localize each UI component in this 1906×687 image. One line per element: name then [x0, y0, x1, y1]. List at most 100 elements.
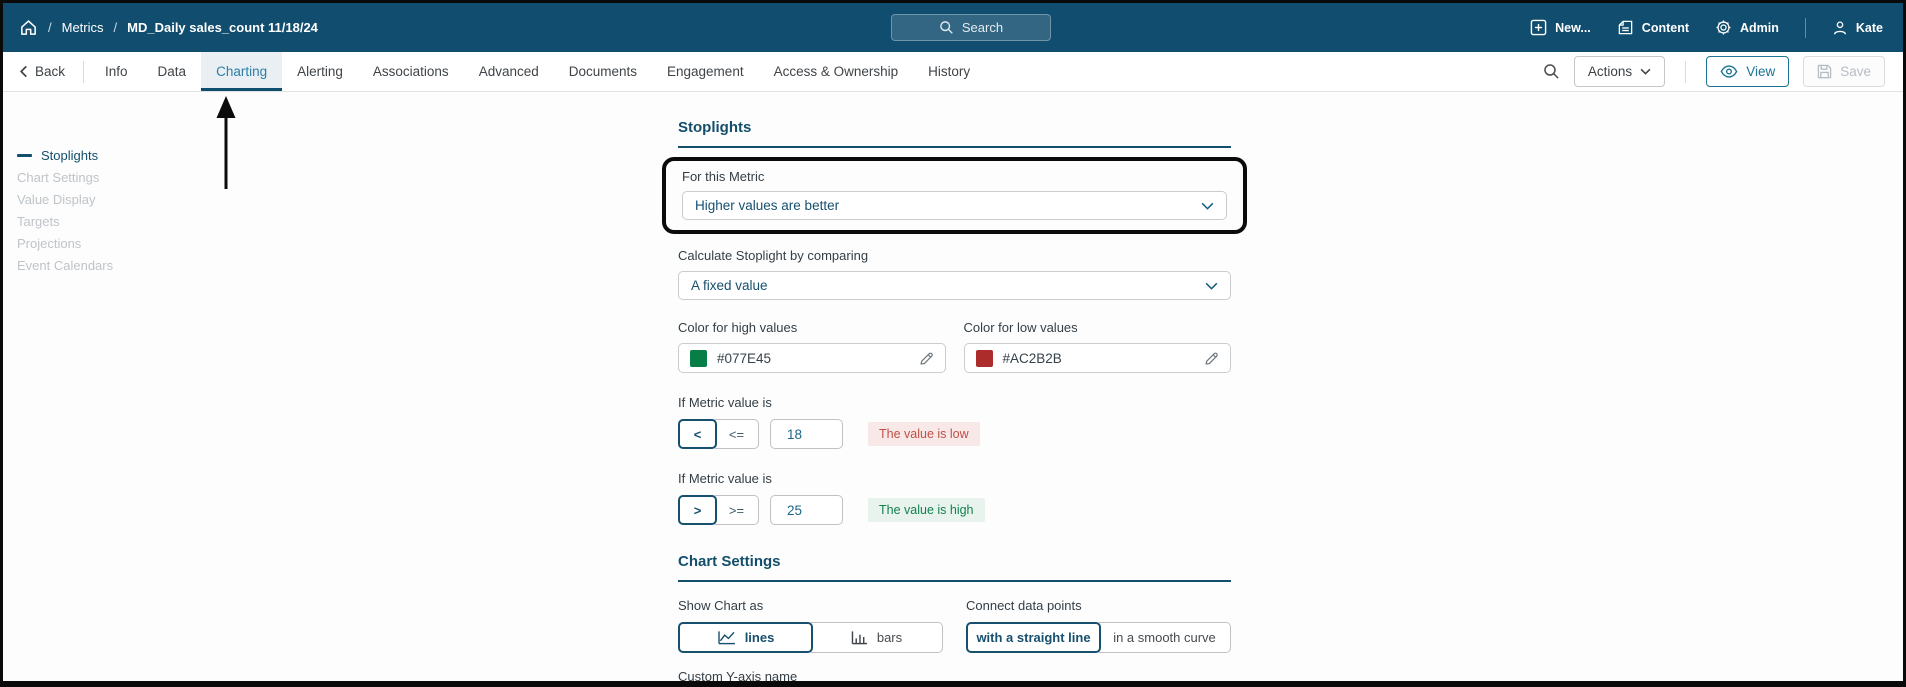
charting-sidebar: Stoplights Chart Settings Value Display … — [17, 144, 113, 276]
low-color-field[interactable]: #AC2B2B — [963, 343, 1231, 373]
tab-documents[interactable]: Documents — [554, 52, 652, 91]
tabbar-right-controls: Actions View Save — [1543, 52, 1885, 91]
breadcrumb-separator: / — [48, 20, 52, 35]
new-button[interactable]: New... — [1530, 19, 1591, 36]
for-this-metric-select[interactable]: Higher values are better — [682, 191, 1227, 220]
back-button-label: Back — [35, 64, 66, 79]
connect-data-points-label: Connect data points — [966, 598, 1082, 613]
user-menu[interactable]: Kate — [1832, 20, 1883, 36]
low-value-rule-group: If Metric value is < <= The value is low — [678, 395, 1231, 449]
gear-icon — [1715, 19, 1732, 36]
edit-pencil-icon[interactable] — [1204, 351, 1219, 366]
chart-settings-row: Show Chart as lines bars Connect data po… — [678, 598, 1231, 653]
new-button-label: New... — [1555, 20, 1591, 35]
high-color-group: Color for high values #077E45 — [678, 320, 946, 373]
metric-editor-page: / Metrics / MD_Daily sales_count 11/18/2… — [0, 0, 1906, 687]
sidebar-item-chart-settings[interactable]: Chart Settings — [17, 166, 113, 188]
tab-info[interactable]: Info — [90, 52, 143, 91]
stoplights-heading: Stoplights — [678, 119, 1231, 148]
show-chart-as-label: Show Chart as — [678, 598, 764, 613]
straight-line-button[interactable]: with a straight line — [966, 622, 1101, 653]
sidebar-item-event-calendars[interactable]: Event Calendars — [17, 254, 113, 276]
global-search-box[interactable]: Search — [891, 14, 1051, 41]
home-icon[interactable] — [19, 18, 38, 37]
tab-bar: Back Info Data Charting Alerting Associa… — [3, 52, 1903, 92]
sidebar-item-label: Stoplights — [41, 147, 99, 163]
sidebar-item-targets[interactable]: Targets — [17, 210, 113, 232]
smooth-curve-button[interactable]: in a smooth curve — [1099, 622, 1231, 653]
high-color-swatch — [690, 349, 707, 367]
chevron-down-icon — [1201, 202, 1214, 210]
low-color-hex: #AC2B2B — [1002, 350, 1062, 366]
actions-button-label: Actions — [1587, 64, 1633, 79]
actions-button[interactable]: Actions — [1573, 56, 1666, 87]
breadcrumb: / Metrics / MD_Daily sales_count 11/18/2… — [19, 18, 318, 37]
user-icon — [1832, 20, 1848, 36]
low-color-label: Color for low values — [963, 320, 1078, 335]
admin-button-label: Admin — [1740, 20, 1779, 35]
metric-title: MD_Daily sales_count 11/18/24 — [127, 20, 318, 35]
active-item-dash — [17, 153, 32, 157]
save-button-label: Save — [1840, 64, 1871, 79]
high-value-badge: The value is high — [868, 498, 985, 522]
high-value-rule-group: If Metric value is > >= The value is hig… — [678, 471, 1231, 525]
high-color-label: Color for high values — [678, 320, 798, 335]
calculate-stoplight-group: Calculate Stoplight by comparing A fixed… — [678, 248, 1231, 300]
content-button-label: Content — [1641, 20, 1690, 35]
tabs: Info Data Charting Alerting Associations… — [90, 52, 985, 91]
calculate-stoplight-value: A fixed value — [691, 278, 768, 293]
admin-button[interactable]: Admin — [1715, 19, 1779, 36]
tab-alerting[interactable]: Alerting — [282, 52, 358, 91]
save-icon — [1817, 64, 1832, 79]
view-button[interactable]: View — [1706, 56, 1790, 87]
tab-access-ownership[interactable]: Access & Ownership — [759, 52, 914, 91]
less-than-button[interactable]: < — [678, 419, 717, 449]
breadcrumb-metrics-link[interactable]: Metrics — [62, 20, 104, 35]
lines-option-label: lines — [744, 630, 775, 645]
tab-advanced[interactable]: Advanced — [464, 52, 554, 91]
connect-data-points-group: Connect data points with a straight line… — [966, 598, 1231, 653]
search-placeholder: Search — [961, 20, 1004, 35]
plus-square-icon — [1530, 19, 1547, 36]
top-navbar: / Metrics / MD_Daily sales_count 11/18/2… — [3, 3, 1903, 52]
high-color-hex: #077E45 — [717, 350, 772, 366]
tab-history[interactable]: History — [913, 52, 985, 91]
back-button[interactable]: Back — [17, 52, 77, 91]
chevron-down-icon — [1205, 282, 1218, 290]
eye-icon — [1720, 65, 1738, 78]
search-icon[interactable] — [1543, 63, 1560, 80]
sidebar-item-value-display[interactable]: Value Display — [17, 188, 113, 210]
annotation-arrow-up — [216, 96, 236, 189]
content-button[interactable]: Content — [1617, 19, 1689, 36]
tab-charting[interactable]: Charting — [201, 52, 283, 91]
sidebar-item-label: Projections — [17, 235, 82, 251]
sidebar-item-projections[interactable]: Projections — [17, 232, 113, 254]
tab-associations[interactable]: Associations — [358, 52, 464, 91]
greater-than-button[interactable]: > — [678, 495, 717, 525]
less-equal-button[interactable]: <= — [715, 419, 759, 449]
low-rule-label: If Metric value is — [678, 395, 772, 410]
sidebar-item-stoplights[interactable]: Stoplights — [17, 144, 113, 166]
greater-equal-button[interactable]: >= — [715, 495, 759, 525]
low-threshold-input[interactable] — [770, 419, 843, 449]
chart-type-lines-button[interactable]: lines — [678, 622, 813, 653]
save-button[interactable]: Save — [1803, 56, 1885, 87]
line-chart-icon — [717, 631, 735, 645]
chevron-left-icon — [19, 65, 27, 78]
tab-data[interactable]: Data — [143, 52, 202, 91]
search-icon — [939, 20, 954, 35]
chart-type-bars-button[interactable]: bars — [811, 622, 943, 653]
view-button-label: View — [1746, 64, 1776, 79]
stoplight-colors-row: Color for high values #077E45 Color for … — [678, 320, 1231, 373]
content-pages-icon — [1617, 19, 1634, 36]
tab-engagement[interactable]: Engagement — [652, 52, 759, 91]
custom-y-axis-label: Custom Y-axis name — [678, 669, 798, 684]
high-threshold-input[interactable] — [770, 495, 843, 525]
edit-pencil-icon[interactable] — [919, 351, 934, 366]
chart-settings-heading: Chart Settings — [678, 553, 1231, 582]
low-value-badge: The value is low — [868, 422, 980, 446]
calculate-stoplight-select[interactable]: A fixed value — [678, 271, 1231, 300]
bar-chart-icon — [851, 631, 867, 645]
breadcrumb-separator: / — [113, 20, 118, 35]
high-color-field[interactable]: #077E45 — [678, 343, 946, 373]
